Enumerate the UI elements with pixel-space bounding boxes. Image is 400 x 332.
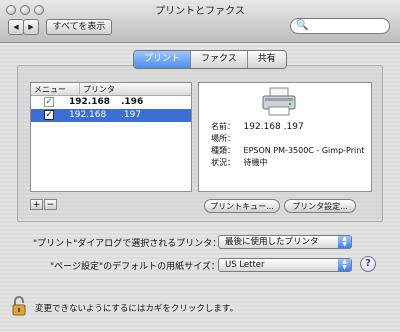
paper-size-popup[interactable]: US Letter ▲ ▼ xyxy=(218,258,352,272)
info-label-status: 状況： xyxy=(211,158,235,167)
column-header-printer[interactable]: プリンタ xyxy=(83,84,115,95)
printer-row[interactable]: ✓ 192.168 .196 xyxy=(31,96,191,109)
show-in-menu-checkbox[interactable]: ✓ xyxy=(44,97,54,107)
back-button[interactable]: ◀ xyxy=(8,19,24,35)
lock-instruction: 変更できないようにするにはカギをクリックします。 xyxy=(35,304,239,314)
window-title: プリントとファクス xyxy=(155,6,245,17)
info-label-name: 名前： xyxy=(211,122,235,131)
show-all-button[interactable]: すべてを表示 xyxy=(46,19,112,35)
printer-list-header: メニュー プリンタ xyxy=(31,83,191,96)
printer-name: 192.168 xyxy=(69,97,110,107)
selected-printer-value: 最後に使用したプリンタ xyxy=(225,237,319,247)
info-label-kind: 種類： xyxy=(211,146,235,155)
info-label-location: 場所： xyxy=(211,134,235,143)
printer-info-status-row: 状況： 待機中 xyxy=(211,157,268,168)
column-divider xyxy=(79,83,80,95)
printer-name-suffix: .196 xyxy=(121,97,144,107)
popup-arrow-icon: ▲ ▼ xyxy=(338,236,351,248)
back-icon: ◀ xyxy=(13,23,19,31)
column-header-menu[interactable]: メニュー xyxy=(34,84,66,95)
lock-area: 変更できないようにするにはカギをクリックします。 xyxy=(0,296,400,332)
selected-printer-label: "プリント"ダイアログで選択されるプリンタ： xyxy=(33,239,222,249)
forward-button[interactable]: ▶ xyxy=(23,19,39,35)
tab-bar: プリント ファクス 共有 xyxy=(133,50,287,69)
selected-printer-popup[interactable]: 最後に使用したプリンタ ▲ ▼ xyxy=(218,235,352,249)
add-printer-button[interactable]: + xyxy=(30,199,43,210)
printer-info-panel: 名前： 192.168 .197 場所： 種類： EPSON PM-3500C … xyxy=(198,82,372,192)
paper-size-label: "ページ設定"のデフォルトの用紙サイズ： xyxy=(50,262,220,272)
tab-fax[interactable]: ファクス xyxy=(190,51,247,68)
remove-printer-button[interactable]: − xyxy=(44,199,57,210)
printer-setup-button[interactable]: プリンタ設定... xyxy=(284,199,356,213)
printer-list[interactable]: メニュー プリンタ ✓ 192.168 .196 ✓ 192.168 .197 xyxy=(30,82,192,192)
paper-size-value: US Letter xyxy=(225,260,265,270)
info-value-name: 192.168 .197 xyxy=(243,122,304,132)
search-icon: 🔍 xyxy=(296,20,309,31)
help-icon: ? xyxy=(365,258,371,269)
tab-sharing[interactable]: 共有 xyxy=(246,51,286,68)
printer-name: 192.168 xyxy=(69,110,107,120)
printer-name-suffix: .197 xyxy=(121,110,142,120)
printer-row-selected[interactable]: ✓ 192.168 .197 xyxy=(31,109,191,122)
printer-info-kind-row: 種類： EPSON PM-3500C - Gimp-Print xyxy=(211,145,364,156)
tab-print[interactable]: プリント xyxy=(134,51,191,68)
help-button[interactable]: ? xyxy=(360,256,376,272)
printer-info-name-row: 名前： 192.168 .197 xyxy=(211,121,304,132)
forward-icon: ▶ xyxy=(28,23,34,31)
info-value-status: 待機中 xyxy=(243,158,268,167)
printer-info-location-row: 場所： xyxy=(211,133,241,144)
lock-icon[interactable] xyxy=(12,296,26,316)
info-value-kind: EPSON PM-3500C - Gimp-Print xyxy=(243,146,365,155)
printer-icon xyxy=(262,87,296,116)
popup-arrow-icon: ▲ ▼ xyxy=(338,259,351,271)
search-input[interactable]: 🔍 xyxy=(290,18,390,34)
show-in-menu-checkbox[interactable]: ✓ xyxy=(44,110,54,120)
print-queue-button[interactable]: プリントキュー... xyxy=(204,199,280,213)
window-toolbar: プリントとファクス ◀ ▶ すべてを表示 🔍 xyxy=(0,0,400,43)
